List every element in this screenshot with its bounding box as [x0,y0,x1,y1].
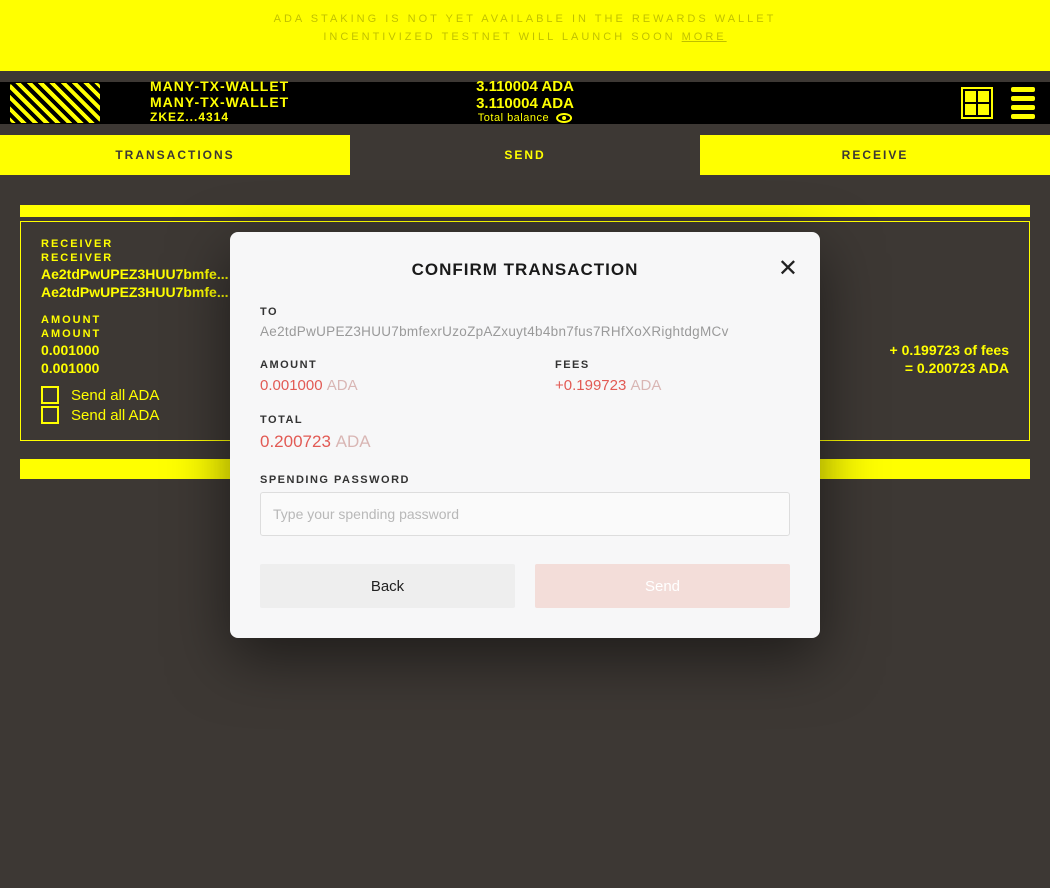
spending-password-input[interactable] [260,492,790,536]
modal-overlay: ✕ CONFIRM TRANSACTION TO Ae2tdPwUPEZ3HUU… [0,0,1050,888]
close-icon[interactable]: ✕ [778,254,798,283]
to-address: Ae2tdPwUPEZ3HUU7bmfexrUzoZpAZxuyt4b4bn7f… [260,324,790,339]
modal-fees-value: +0.199723 ADA [555,377,790,394]
to-label: TO [260,306,790,318]
modal-total-label: TOTAL [260,414,790,426]
spending-password-label: SPENDING PASSWORD [260,474,790,486]
modal-total-value: 0.200723 ADA [260,432,790,452]
modal-fees-label: FEES [555,359,790,371]
confirm-modal: ✕ CONFIRM TRANSACTION TO Ae2tdPwUPEZ3HUU… [230,232,820,638]
send-button[interactable]: Send [535,564,790,608]
modal-title: CONFIRM TRANSACTION [260,260,790,280]
modal-amount-value: 0.001000 ADA [260,377,495,394]
modal-amount-label: AMOUNT [260,359,495,371]
back-button[interactable]: Back [260,564,515,608]
